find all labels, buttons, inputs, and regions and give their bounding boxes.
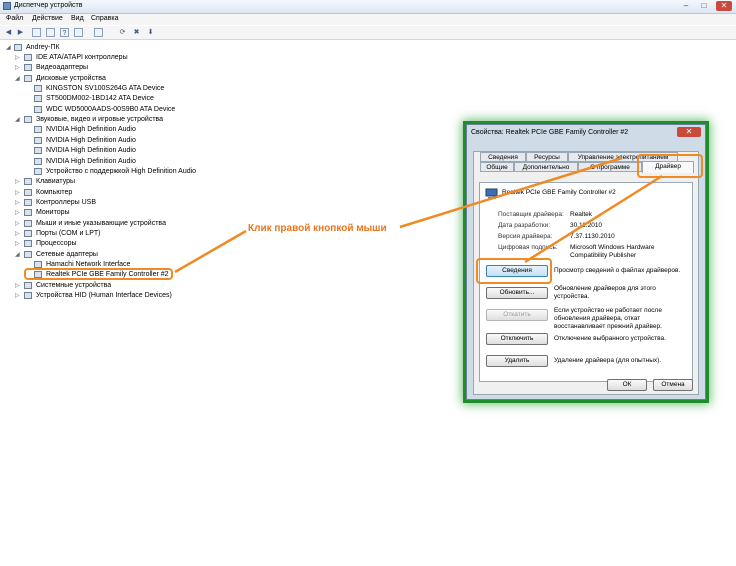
annotation-arrows: [174, 156, 663, 274]
arrow-driver-to-details: [524, 174, 663, 264]
arrow-to-realtek: [174, 229, 247, 274]
arrow-to-driver-tab: [399, 156, 623, 229]
